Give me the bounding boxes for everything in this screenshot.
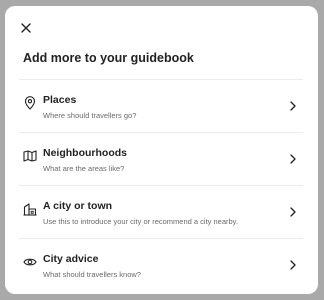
close-button[interactable] — [19, 21, 33, 35]
modal-title: Add more to your guidebook — [23, 51, 194, 65]
option-label: A city or town — [43, 200, 113, 212]
option-label: City advice — [43, 253, 99, 265]
option-description: What are the areas like? — [43, 164, 125, 173]
option-city-or-town[interactable]: A city or town Use this to introduce you… — [19, 185, 303, 238]
option-description: Use this to introduce your city or recom… — [43, 217, 238, 226]
option-description: Where should travellers go? — [43, 111, 137, 120]
guidebook-options-list: Places Where should travellers go? Neigh… — [19, 79, 303, 291]
chevron-right-icon — [289, 259, 297, 271]
city-icon — [23, 202, 37, 216]
chevron-right-icon — [289, 100, 297, 112]
map-icon — [23, 149, 37, 163]
map-pin-icon — [23, 96, 37, 110]
chevron-right-icon — [289, 153, 297, 165]
option-label: Places — [43, 94, 77, 106]
eye-icon — [23, 255, 37, 269]
option-neighbourhoods[interactable]: Neighbourhoods What are the areas like? — [19, 132, 303, 185]
close-icon — [21, 23, 31, 33]
option-places[interactable]: Places Where should travellers go? — [19, 79, 303, 132]
chevron-right-icon — [289, 206, 297, 218]
guidebook-modal: Add more to your guidebook Places Where … — [5, 6, 318, 294]
option-city-advice[interactable]: City advice What should travellers know? — [19, 238, 303, 291]
option-label: Neighbourhoods — [43, 147, 127, 159]
option-description: What should travellers know? — [43, 270, 141, 279]
